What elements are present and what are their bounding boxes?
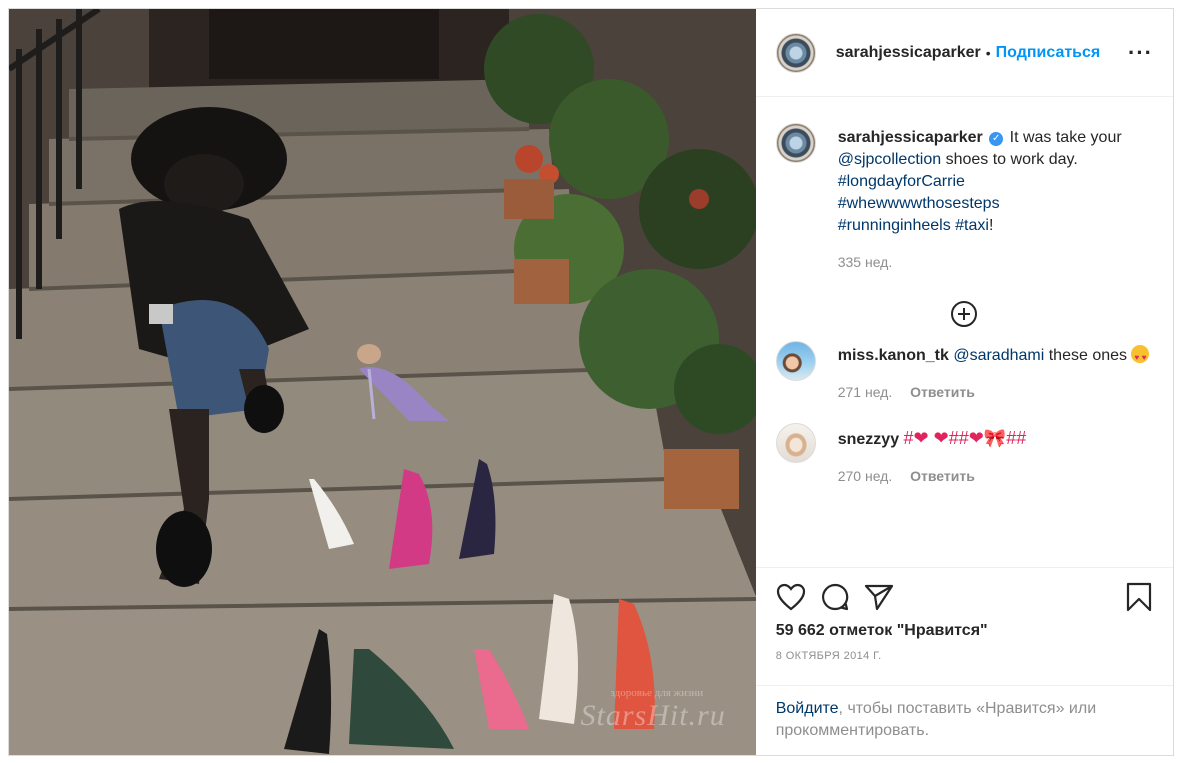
hashtag-link-heels[interactable]: #runninginheels — [838, 217, 951, 234]
post-date[interactable]: 8 ОКТЯБРЯ 2014 Г. — [776, 650, 1153, 662]
caption-body: sarahjessicaparker ✓ It was take your @s… — [838, 127, 1122, 273]
login-link[interactable]: Войдите — [776, 700, 839, 717]
action-icons — [776, 580, 1153, 614]
comment-username[interactable]: miss.kanon_tk — [838, 347, 949, 364]
login-prompt: Войдите, чтобы поставить «Нравится» или … — [755, 685, 1173, 755]
load-more-plus-icon[interactable] — [951, 301, 978, 327]
hashtag-link-taxi[interactable]: #taxi — [955, 217, 989, 234]
caption-end: ! — [988, 217, 994, 234]
likes-count[interactable]: 59 662 отметок "Нравится" — [776, 622, 1153, 640]
post-header: sarahjessicaparker • Подписаться ··· — [755, 9, 1173, 97]
commenter-avatar[interactable] — [775, 341, 816, 381]
like-heart-icon[interactable] — [776, 583, 806, 611]
caption-time[interactable]: 335 нед. — [838, 254, 893, 270]
caption-meta: 335 нед. — [838, 251, 1122, 273]
separator-dot: • — [985, 44, 991, 61]
caption-username[interactable]: sarahjessicaparker — [838, 129, 983, 146]
comment-item: snezzyy #❤ ❤##❤🎀## 270 нед. Ответить — [775, 423, 1153, 487]
comment-meta: 271 нед. Ответить — [838, 381, 1150, 403]
more-options-icon[interactable]: ··· — [1128, 40, 1153, 66]
caption-avatar[interactable] — [775, 123, 816, 163]
reply-button[interactable]: Ответить — [910, 468, 975, 484]
comment-body: miss.kanon_tk @saradhami these ones 271 … — [838, 345, 1150, 403]
reply-button[interactable]: Ответить — [910, 384, 975, 400]
commenter-avatar[interactable] — [775, 423, 816, 463]
hashtag-link-steps[interactable]: #whewwwwthosesteps — [838, 195, 1000, 212]
comment-text: these ones — [1048, 347, 1128, 364]
caption-text-1: It was take your — [1009, 129, 1122, 146]
verified-badge-icon: ✓ — [989, 132, 1004, 146]
author-avatar[interactable] — [775, 32, 816, 73]
comments-section: sarahjessicaparker ✓ It was take your @s… — [756, 97, 1173, 567]
caption-mention-link[interactable]: @sjpcollection — [838, 151, 941, 168]
comment-username[interactable]: snezzyy — [838, 431, 899, 448]
comment-time[interactable]: 271 нед. — [838, 384, 893, 400]
heart-eyes-emoji-icon — [1131, 345, 1150, 369]
comment-time[interactable]: 270 нед. — [838, 468, 893, 484]
comment-meta: 270 нед. Ответить — [838, 465, 1027, 487]
share-paper-plane-icon[interactable] — [864, 583, 894, 611]
post-image[interactable]: здоровье для жизни StarsHit.ru — [9, 9, 756, 755]
post-actions: 59 662 отметок "Нравится" 8 ОКТЯБРЯ 2014… — [755, 567, 1173, 685]
author-username[interactable]: sarahjessicaparker — [836, 44, 981, 62]
watermark-logo: здоровье для жизни StarsHit.ru — [580, 687, 726, 732]
follow-button[interactable]: Подписаться — [996, 44, 1101, 62]
instagram-post: здоровье для жизни StarsHit.ru sarahjessi… — [8, 8, 1174, 756]
load-more-comments — [776, 301, 1153, 327]
comment-text: #❤ ❤##❤🎀## — [903, 428, 1027, 448]
comment-body: snezzyy #❤ ❤##❤🎀## 270 нед. Ответить — [838, 427, 1027, 487]
comment-bubble-icon[interactable] — [820, 582, 850, 612]
post-sidebar: sarahjessicaparker • Подписаться ··· sar… — [755, 9, 1173, 755]
comment-mention-link[interactable]: @saradhami — [953, 347, 1044, 364]
save-bookmark-icon[interactable] — [1125, 582, 1153, 612]
comment-item: miss.kanon_tk @saradhami these ones 271 … — [775, 341, 1153, 403]
caption-text-2: shoes to work day. — [945, 151, 1078, 168]
hashtag-link-longday[interactable]: #longdayforCarrie — [838, 173, 965, 190]
post-photo — [9, 9, 756, 755]
caption: sarahjessicaparker ✓ It was take your @s… — [775, 123, 1153, 273]
